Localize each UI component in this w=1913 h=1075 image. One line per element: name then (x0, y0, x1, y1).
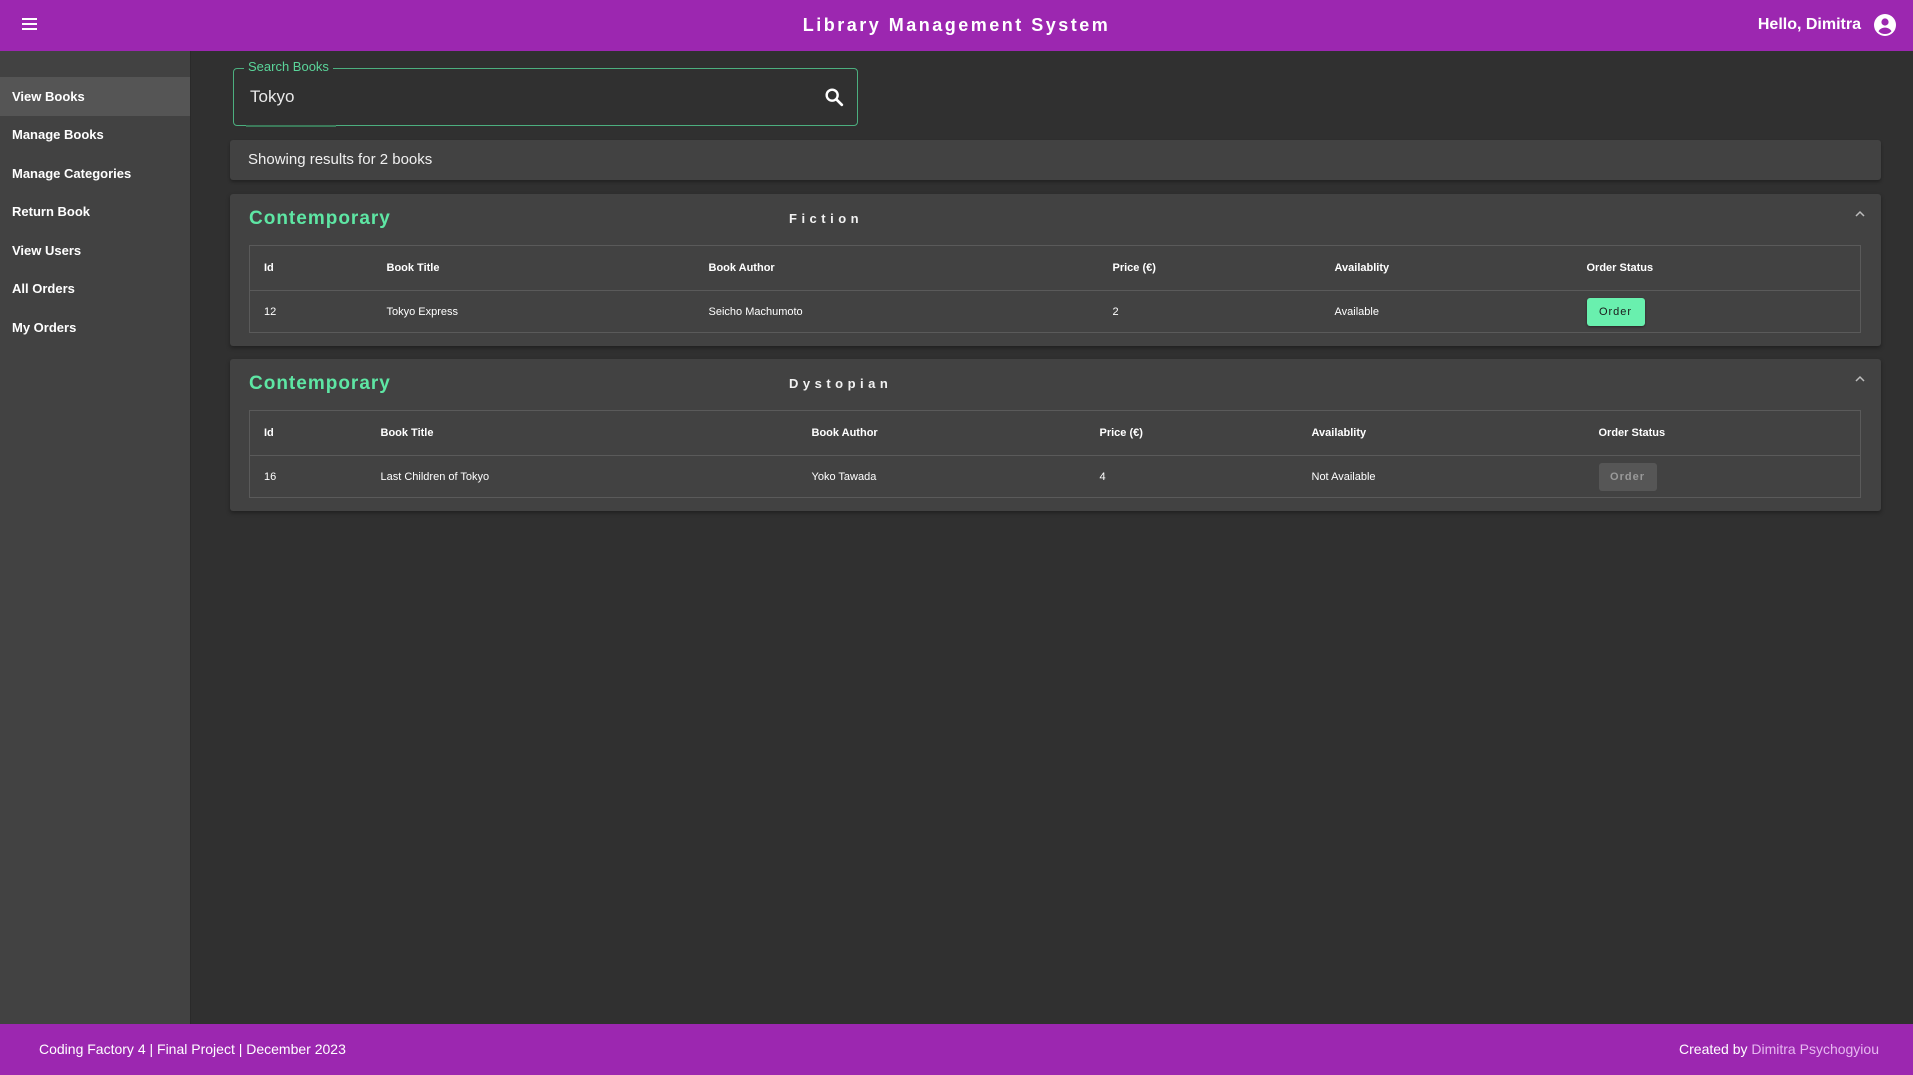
main-content: Search Books Showing results for 2 books… (191, 51, 1913, 1024)
table-row: 16 Last Children of Tokyo Yoko Tawada 4 … (249, 455, 1861, 498)
order-button-disabled: Order (1598, 462, 1657, 491)
books-table: Id Book Title Book Author Price (€) Avai… (249, 410, 1861, 498)
book-author: Yoko Tawada (797, 455, 1086, 498)
sidebar-item-view-books[interactable]: View Books (0, 77, 190, 116)
footer-created-by: Created by (1679, 1041, 1748, 1057)
book-price: 4 (1085, 455, 1298, 498)
search-field: Search Books (233, 59, 858, 127)
order-status-cell: Order (1572, 290, 1861, 333)
table-header-row: Id Book Title Book Author Price (€) Avai… (249, 410, 1861, 456)
user-greeting: Hello, Dimitra (1757, 16, 1861, 33)
app-footer: Coding Factory 4 | Final Project | Decem… (0, 1024, 1913, 1075)
search-label: Search Books (244, 59, 333, 74)
column-header-availability: Availablity (1320, 245, 1573, 291)
footer-author-link[interactable]: Dimitra Psychogyiou (1751, 1041, 1879, 1057)
column-header-order-status: Order Status (1584, 410, 1861, 456)
sidebar-item-manage-categories[interactable]: Manage Categories (0, 154, 190, 193)
book-availability: Not Available (1297, 455, 1585, 498)
book-title: Last Children of Tokyo (366, 455, 798, 498)
results-summary: Showing results for 2 books (230, 140, 1881, 180)
book-title: Tokyo Express (372, 290, 695, 333)
column-header-id: Id (249, 245, 373, 291)
search-icon[interactable] (823, 86, 845, 108)
book-id: 12 (249, 290, 373, 333)
book-id: 16 (249, 455, 367, 498)
search-input[interactable] (250, 85, 810, 109)
column-header-availability: Availablity (1297, 410, 1585, 456)
table-row: 12 Tokyo Express Seicho Machumoto 2 Avai… (249, 290, 1861, 333)
sidebar-item-manage-books[interactable]: Manage Books (0, 116, 190, 155)
chevron-up-icon[interactable] (1854, 210, 1866, 218)
account-circle-icon[interactable] (1873, 13, 1897, 37)
order-button[interactable]: Order (1586, 297, 1645, 326)
panel-category: Contemporary (249, 208, 391, 229)
book-price: 2 (1098, 290, 1321, 333)
sidebar-item-all-orders[interactable]: All Orders (0, 270, 190, 309)
book-availability: Available (1320, 290, 1573, 333)
app-header: Library Management System Hello, Dimitra (0, 0, 1913, 51)
search-underline (246, 125, 336, 127)
books-table: Id Book Title Book Author Price (€) Avai… (249, 245, 1861, 333)
sidebar: View Books Manage Books Manage Categorie… (0, 51, 191, 1024)
column-header-title: Book Title (372, 245, 695, 291)
column-header-price: Price (€) (1085, 410, 1298, 456)
order-status-cell: Order (1584, 455, 1861, 498)
sidebar-item-view-users[interactable]: View Users (0, 231, 190, 270)
category-panel: Contemporary Dystopian Id Book Title Boo… (230, 359, 1881, 511)
panel-genre: Dystopian (789, 376, 893, 391)
app-title: Library Management System (802, 15, 1111, 35)
panel-genre: Fiction (789, 211, 864, 226)
table-header-row: Id Book Title Book Author Price (€) Avai… (249, 245, 1861, 291)
column-header-price: Price (€) (1098, 245, 1321, 291)
column-header-title: Book Title (366, 410, 798, 456)
sidebar-item-return-book[interactable]: Return Book (0, 193, 190, 232)
chevron-up-icon[interactable] (1854, 375, 1866, 383)
column-header-order-status: Order Status (1572, 245, 1861, 291)
category-panel: Contemporary Fiction Id Book Title Book … (230, 194, 1881, 346)
footer-credits: Created by Dimitra Psychogyiou (1679, 1041, 1879, 1057)
column-header-id: Id (249, 410, 367, 456)
footer-project-info: Coding Factory 4 | Final Project | Decem… (39, 1041, 346, 1057)
column-header-author: Book Author (797, 410, 1086, 456)
column-header-author: Book Author (694, 245, 1099, 291)
book-author: Seicho Machumoto (694, 290, 1099, 333)
panel-category: Contemporary (249, 373, 391, 394)
sidebar-item-my-orders[interactable]: My Orders (0, 308, 190, 347)
